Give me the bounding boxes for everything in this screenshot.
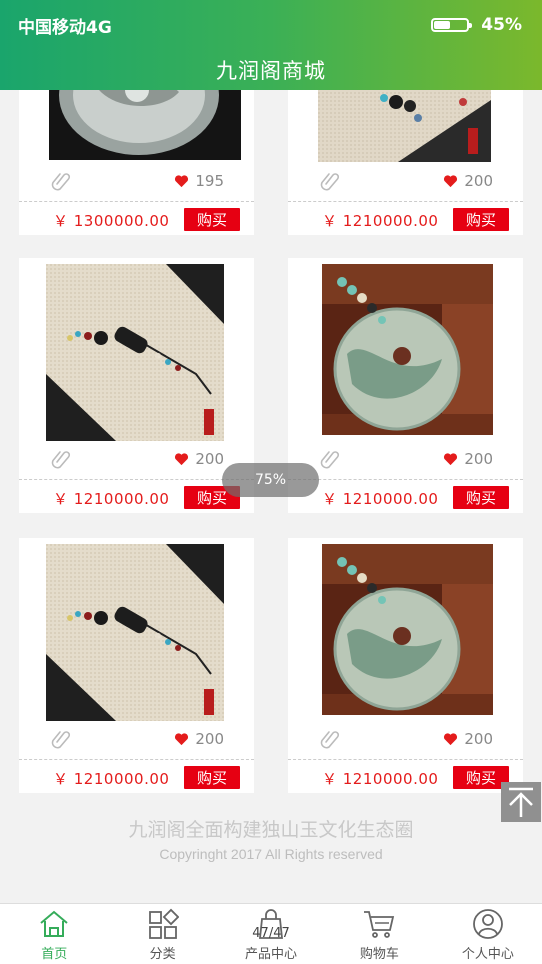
divider: [19, 479, 254, 480]
page-title: 九润阁商城: [216, 59, 326, 83]
tab-cart[interactable]: 购物车: [325, 904, 433, 964]
progress-toast: 75%: [222, 463, 319, 497]
heart-icon: [444, 175, 458, 188]
heart-icon: [444, 453, 458, 466]
product-price: ￥ 1210000.00: [322, 490, 439, 508]
heart-icon: [175, 733, 189, 746]
like-count-value: 195: [195, 172, 224, 190]
app-header: 中国移动4G 45% 九润阁商城: [0, 0, 542, 90]
divider: [19, 201, 254, 202]
divider: [19, 759, 254, 760]
product-image[interactable]: [46, 544, 224, 721]
product-meta: 200: [288, 170, 523, 196]
product-image[interactable]: [46, 264, 224, 441]
product-card[interactable]: 200 ￥ 1210000.00 购买: [288, 258, 523, 513]
heart-icon: [175, 453, 189, 466]
like-count-value: 200: [464, 730, 493, 748]
battery-status: 45%: [431, 15, 522, 35]
buy-button[interactable]: 购买: [453, 486, 509, 509]
attachment-icon: [51, 731, 71, 749]
heart-icon: [175, 175, 189, 188]
tab-category[interactable]: 分类: [108, 904, 216, 964]
product-card[interactable]: 200 ￥ 1210000.00 购买: [288, 538, 523, 793]
attachment-icon: [320, 731, 340, 749]
battery-icon: [431, 18, 473, 32]
product-image[interactable]: [322, 264, 493, 435]
like-count[interactable]: 200: [443, 450, 493, 468]
divider: [288, 479, 523, 480]
product-price: ￥ 1300000.00: [53, 212, 170, 230]
product-price: ￥ 1210000.00: [53, 770, 170, 788]
like-count[interactable]: 200: [443, 172, 493, 190]
like-count-value: 200: [464, 172, 493, 190]
product-card[interactable]: 200 ￥ 1210000.00 购买: [19, 258, 254, 513]
carrier-label: 中国移动4G: [18, 17, 112, 38]
buy-button[interactable]: 购买: [184, 766, 240, 789]
like-count-value: 200: [195, 450, 224, 468]
page-indicator: 47/47: [252, 926, 290, 941]
footer-slogan: 九润阁全面构建独山玉文化生态圈: [128, 819, 414, 841]
divider: [288, 201, 523, 202]
heart-icon: [444, 733, 458, 746]
tab-products[interactable]: 47/47 产品中心: [217, 904, 325, 964]
attachment-icon: [320, 173, 340, 191]
battery-percent: 45%: [481, 15, 522, 35]
tab-label: 产品中心: [245, 947, 298, 962]
attachment-icon: [51, 451, 71, 469]
like-count[interactable]: 200: [174, 450, 224, 468]
product-meta: 200: [288, 728, 523, 754]
like-count[interactable]: 195: [174, 172, 224, 190]
product-meta: 195: [19, 170, 254, 196]
product-price: ￥ 1210000.00: [322, 770, 439, 788]
product-meta: 200: [19, 448, 254, 474]
home-icon: [40, 910, 68, 937]
product-meta: 200: [19, 728, 254, 754]
tab-label: 首页: [41, 947, 68, 962]
user-icon: [472, 909, 503, 939]
attachment-icon: [51, 173, 71, 191]
divider: [288, 759, 523, 760]
category-icon: [148, 908, 179, 939]
arrow-up-icon: [509, 787, 533, 817]
tab-label: 个人中心: [461, 947, 514, 962]
product-card[interactable]: 200 ￥ 1210000.00 购买: [19, 538, 254, 793]
tab-home[interactable]: 首页: [0, 904, 108, 964]
footer-copyright: Copyringht 2017 All Rights reserved: [159, 846, 383, 862]
status-bar: 中国移动4G 45%: [0, 0, 542, 50]
like-count[interactable]: 200: [443, 730, 493, 748]
back-to-top-button[interactable]: [501, 782, 541, 822]
like-count[interactable]: 200: [174, 730, 224, 748]
like-count-value: 200: [464, 450, 493, 468]
product-image[interactable]: [322, 544, 493, 715]
cart-icon: [364, 911, 395, 938]
battery-level: [434, 21, 450, 29]
tab-label: 分类: [149, 947, 176, 962]
tab-label: 购物车: [359, 947, 399, 962]
buy-button[interactable]: 购买: [184, 208, 240, 231]
attachment-icon: [320, 451, 340, 469]
buy-button[interactable]: 购买: [453, 208, 509, 231]
product-price: ￥ 1210000.00: [53, 490, 170, 508]
product-meta: 200: [288, 448, 523, 474]
bottom-tab-bar: 首页 分类 47/47 产品中心 购物车 个人中心: [0, 903, 542, 964]
like-count-value: 200: [195, 730, 224, 748]
product-price: ￥ 1210000.00: [322, 212, 439, 230]
tab-profile[interactable]: 个人中心: [434, 904, 542, 964]
